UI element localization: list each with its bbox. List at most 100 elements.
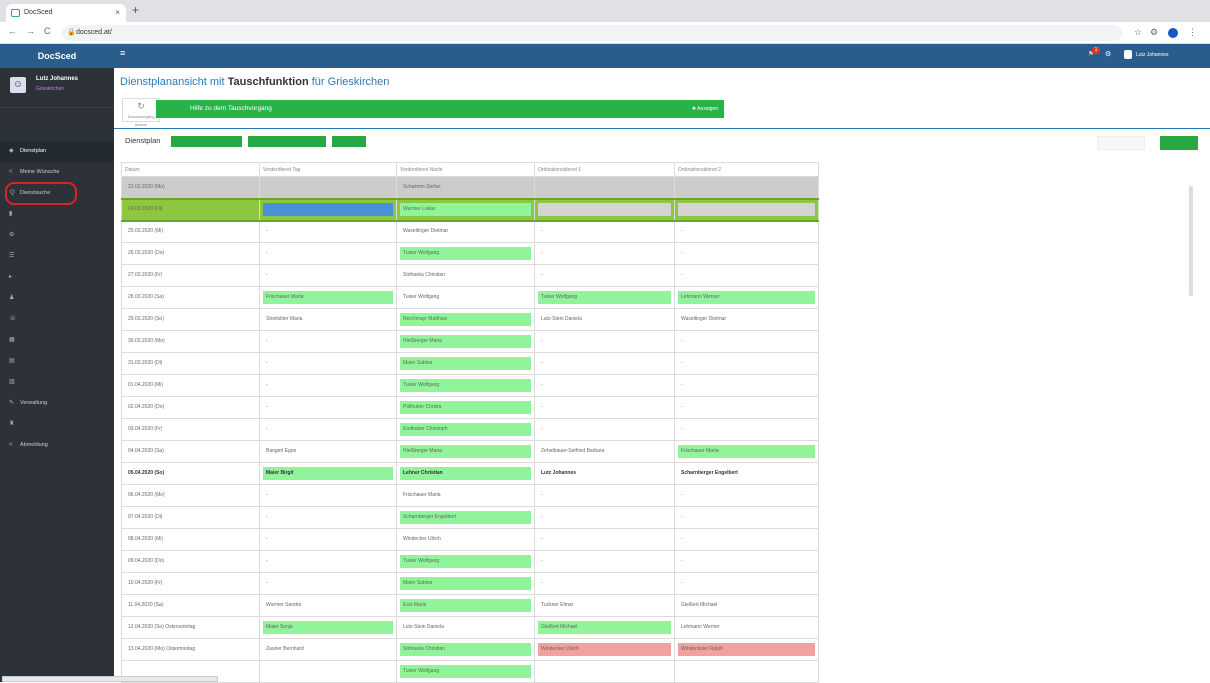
shift-person[interactable]: - — [538, 225, 671, 238]
sidebar-item-9[interactable]: ▦ — [0, 330, 114, 351]
table-cell[interactable]: Wurmer Sandra — [259, 594, 397, 617]
table-cell[interactable]: Bangerl Egon — [259, 440, 397, 463]
table-cell[interactable]: Lehmann Werner — [674, 616, 819, 639]
table-row[interactable]: 26.03.2020 (Do) - Tuiser Wolfgang - - — [121, 242, 819, 265]
table-row[interactable]: 29.03.2020 (So) Streitsitter Maria Reichma… — [121, 308, 819, 331]
shift-person[interactable]: Frischauer Maria — [400, 489, 531, 502]
browser-tab[interactable]: DocSced × — [6, 4, 126, 22]
table-cell[interactable]: - — [259, 220, 397, 243]
column-header[interactable]: Datum — [121, 162, 260, 177]
shift-person[interactable]: Lehmann Werner — [678, 621, 815, 634]
table-row[interactable]: 08.04.2020 (Mi) - Windecker Ulrich - - — [121, 528, 819, 551]
sidebar-item-11[interactable]: ▥ — [0, 372, 114, 393]
table-cell[interactable] — [534, 176, 675, 199]
shift-person[interactable]: - — [678, 489, 815, 502]
table-cell[interactable]: - — [259, 242, 397, 265]
shift-person[interactable]: Gleißert Michael — [678, 599, 815, 612]
column-header[interactable]: Ordinationsdienst 1 — [534, 162, 675, 177]
table-cell[interactable] — [259, 176, 397, 199]
table-cell[interactable]: - — [259, 352, 397, 375]
sidebar-item-1[interactable]: < Meine Wünsche — [0, 162, 114, 183]
table-cell[interactable]: Tuiser Wolfgang — [534, 286, 675, 309]
table-cell[interactable]: Scharnberger Engelbert — [396, 506, 535, 529]
table-cell[interactable]: - — [534, 242, 675, 265]
back-icon[interactable]: ← — [8, 26, 17, 36]
shift-person[interactable] — [678, 181, 815, 194]
table-cell[interactable]: - — [259, 572, 397, 595]
shift-person[interactable]: - — [538, 335, 671, 348]
table-cell[interactable]: Streitsitter Maria — [259, 308, 397, 331]
hamburger-menu-icon[interactable]: ≡ — [120, 48, 125, 58]
table-cell[interactable]: - — [674, 242, 819, 265]
table-cell[interactable]: - — [259, 264, 397, 287]
table-cell[interactable]: Tuiser Wolfgang — [396, 286, 535, 309]
shift-person[interactable]: - — [263, 379, 393, 392]
shift-person[interactable]: Zauner Bernhard — [263, 643, 393, 656]
filter-button[interactable] — [1097, 136, 1145, 150]
table-row[interactable]: 27.03.2020 (Fr) - Strihavka Christian - - — [121, 264, 819, 287]
shift-person[interactable] — [538, 665, 671, 678]
shift-person[interactable] — [678, 665, 815, 678]
action-button-1[interactable] — [171, 136, 242, 147]
table-row[interactable]: Tuiser Wolfgang — [121, 660, 819, 683]
sidebar-item-8[interactable]: ☏ — [0, 309, 114, 330]
shift-person[interactable]: - — [263, 335, 393, 348]
shift-person[interactable]: Reichmayr Matthias — [400, 313, 531, 326]
shift-person[interactable]: Maier Sonja — [263, 621, 393, 634]
shift-person[interactable]: Frischauer Maria — [678, 445, 815, 458]
shift-person[interactable]: Endhuber Christoph — [400, 423, 531, 436]
url-input[interactable]: 🔒 docsced.at/ — [62, 25, 1122, 41]
shift-person[interactable]: Hießberger Maria — [400, 445, 531, 458]
sidebar-item-14[interactable]: < Abmeldung — [0, 435, 114, 456]
shift-person[interactable]: - — [538, 401, 671, 414]
sidebar-item-13[interactable]: ♜ — [0, 414, 114, 435]
help-banner[interactable]: Hilfe zu dem Tauschvorgang ✚ Anzeigen — [156, 100, 724, 118]
table-cell[interactable]: - — [674, 572, 819, 595]
table-cell[interactable] — [259, 660, 397, 683]
sidebar-item-7[interactable]: ♟ — [0, 288, 114, 309]
shift-person[interactable]: Essl Maria — [400, 599, 531, 612]
shift-person[interactable]: Tuiser Wolfgang — [400, 555, 531, 568]
shift-person[interactable]: - — [263, 577, 393, 590]
table-cell[interactable]: Lehner Christian — [396, 462, 535, 485]
shift-person[interactable]: Maier Birgit — [263, 467, 393, 480]
reload-icon[interactable]: C — [44, 26, 51, 36]
table-cell[interactable]: - — [534, 418, 675, 441]
shift-person[interactable]: - — [538, 577, 671, 590]
table-cell[interactable]: Frischauer Maria — [259, 286, 397, 309]
shift-person[interactable]: Frischauer Maria — [263, 291, 393, 304]
shift-person[interactable]: Strihavka Christian — [400, 269, 531, 282]
table-cell[interactable]: - — [674, 550, 819, 573]
sidebar-item-2[interactable]: Q Dienstsuche — [5, 182, 77, 205]
table-cell[interactable]: - — [259, 550, 397, 573]
table-row[interactable]: 13.04.2020 (Mo) Ostermontag Zauner Bernha… — [121, 638, 819, 661]
new-tab-button[interactable]: + — [132, 3, 139, 17]
table-cell[interactable] — [674, 197, 819, 222]
shift-person[interactable]: Tuiser Wolfgang — [538, 291, 671, 304]
table-cell[interactable]: - — [674, 396, 819, 419]
shift-person[interactable]: Scharnberger Engelbert — [678, 467, 815, 480]
table-cell[interactable]: - — [534, 352, 675, 375]
shift-person[interactable]: - — [538, 379, 671, 392]
shift-person[interactable]: Pöllhuber Christa — [400, 401, 531, 414]
table-cell[interactable]: - — [674, 506, 819, 529]
table-cell[interactable]: Essl Maria — [396, 594, 535, 617]
forward-icon[interactable]: → — [26, 26, 35, 36]
table-row[interactable]: 30.03.2020 (Mo) - Hießberger Maria - - — [121, 330, 819, 353]
shift-person[interactable] — [263, 181, 393, 194]
table-cell[interactable]: Strihavka Christian — [396, 638, 535, 661]
scrollbar[interactable] — [1189, 186, 1193, 296]
column-header[interactable]: Vorderdienst Nacht — [396, 162, 535, 177]
shift-person[interactable]: - — [678, 533, 815, 546]
shift-person[interactable]: - — [263, 423, 393, 436]
shift-person[interactable]: Lehmann Werner — [678, 291, 815, 304]
table-cell[interactable]: Pöllhuber Christa — [396, 396, 535, 419]
shift-person[interactable]: Bangerl Egon — [263, 445, 393, 458]
table-cell[interactable]: Wurmer Lukas — [396, 197, 535, 222]
shift-person[interactable]: Lutz-Stein Daniela — [400, 621, 531, 634]
table-cell[interactable]: Frischauer Maria — [396, 484, 535, 507]
shift-person[interactable]: Lutz-Stein Daniela — [538, 313, 671, 326]
table-cell[interactable]: - — [674, 418, 819, 441]
shift-person[interactable]: - — [678, 269, 815, 282]
shift-person[interactable]: Lehner Christian — [400, 467, 531, 480]
